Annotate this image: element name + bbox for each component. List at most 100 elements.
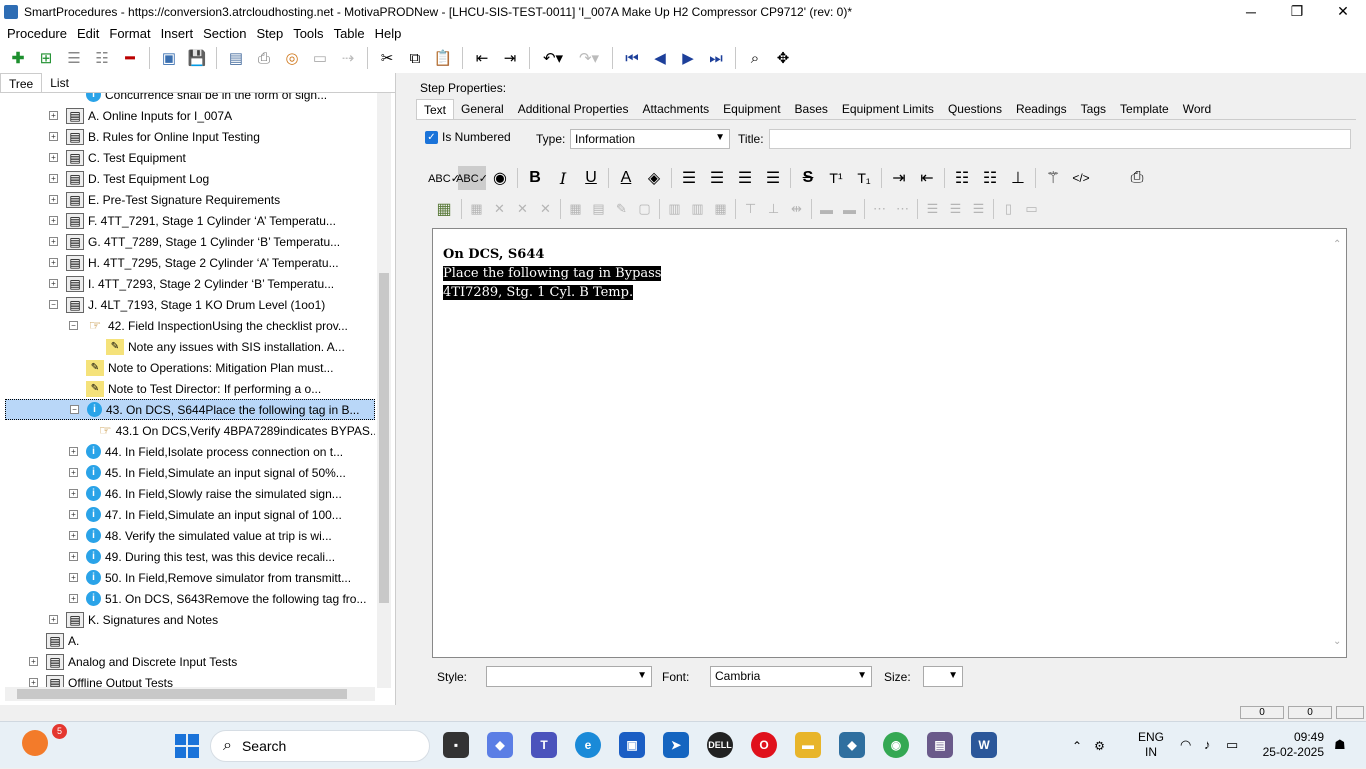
align-top-icon[interactable]: ☰ <box>921 197 944 221</box>
add-icon[interactable]: ✚ <box>7 47 29 69</box>
font-color-icon[interactable]: A <box>612 166 640 190</box>
notifications-icon[interactable]: ☗ <box>1334 737 1346 753</box>
tree-item[interactable]: + i 50. In Field,Remove simulator from tra… <box>5 567 375 588</box>
tab-bases[interactable]: Bases <box>788 99 835 120</box>
tab-general[interactable]: General <box>454 99 511 120</box>
delete-row-icon[interactable]: ✕ <box>511 197 534 221</box>
is-numbered-checkbox[interactable]: ✓ Is Numbered <box>425 130 511 144</box>
tab-equipment[interactable]: Equipment <box>716 99 787 120</box>
column-width-icon[interactable]: ▯ <box>997 197 1020 221</box>
undo-icon[interactable]: ↶▾ <box>538 47 568 69</box>
delete-column-alt-icon[interactable]: ▬ <box>838 197 861 221</box>
expand-icon[interactable]: + <box>29 657 38 666</box>
step-text-editor[interactable]: On DCS, S644 Place the following tag in … <box>432 228 1347 658</box>
decrease-indent-icon[interactable]: ⇤ <box>913 166 941 190</box>
title-input[interactable] <box>769 129 1351 149</box>
menu-format[interactable]: Format <box>104 26 155 41</box>
tree-item[interactable]: + ▤ Analog and Discrete Input Tests <box>5 651 375 672</box>
paste-icon[interactable]: 📋 <box>432 47 454 69</box>
subscript-icon[interactable]: T₁ <box>850 166 878 190</box>
tree-item[interactable]: + i 45. In Field,Simulate an input signal … <box>5 462 375 483</box>
chevron-up-icon[interactable]: ⌃ <box>1072 739 1082 753</box>
tree-item[interactable]: + ▤ F. 4TT_7291, Stage 1 Cylinder ‘A’ Temp… <box>5 210 375 231</box>
tree-item[interactable]: + ▤ C. Test Equipment <box>5 147 375 168</box>
expand-icon[interactable]: + <box>49 615 58 624</box>
row-properties-icon[interactable]: ▤ <box>587 197 610 221</box>
tree-item[interactable]: + i 51. On DCS, S643Remove the following t… <box>5 588 375 609</box>
move-icon[interactable]: ✥ <box>772 47 794 69</box>
redo-icon[interactable]: ↷▾ <box>574 47 604 69</box>
expand-icon[interactable]: + <box>49 195 58 204</box>
expand-icon[interactable]: + <box>69 552 78 561</box>
last-icon[interactable]: ⏭ <box>705 47 727 69</box>
menu-procedure[interactable]: Procedure <box>2 26 72 41</box>
delete-table-icon[interactable]: ✕ <box>488 197 511 221</box>
expand-icon[interactable]: + <box>69 531 78 540</box>
tree-item[interactable]: ✎ Note to Test Director: If performing a … <box>5 378 375 399</box>
delete-column-icon[interactable]: ✕ <box>534 197 557 221</box>
collapse-icon[interactable]: − <box>69 321 78 330</box>
maximize-button[interactable]: ❐ <box>1274 0 1320 23</box>
tab-attachments[interactable]: Attachments <box>635 99 716 120</box>
tree-item[interactable]: ▤ A. <box>5 630 375 651</box>
dell-icon[interactable]: DELL <box>707 732 733 758</box>
align-center-icon[interactable]: ☰ <box>703 166 731 190</box>
task-view-icon[interactable]: ▪ <box>443 732 469 758</box>
opera-icon[interactable]: O <box>751 732 777 758</box>
bullet-list-icon[interactable]: ☷ <box>948 166 976 190</box>
tree-item[interactable]: + ▤ A. Online Inputs for I_007A <box>5 105 375 126</box>
redo-disabled-icon[interactable]: ⇢ <box>337 47 359 69</box>
type-select[interactable]: Information ▼ <box>570 129 730 149</box>
strikethrough-icon[interactable]: S <box>794 166 822 190</box>
bold-icon[interactable]: B <box>521 166 549 190</box>
tree-item[interactable]: + ▤ H. 4TT_7295, Stage 2 Cylinder ‘A’ Temp… <box>5 252 375 273</box>
increase-indent-icon[interactable]: ⇥ <box>885 166 913 190</box>
highlight-color-icon[interactable]: ◈ <box>640 166 668 190</box>
expand-icon[interactable]: + <box>49 132 58 141</box>
store-icon[interactable]: ▣ <box>619 732 645 758</box>
copilot-icon[interactable]: ◆ <box>487 732 513 758</box>
collapse-icon[interactable]: − <box>49 300 58 309</box>
form-icon[interactable]: ▭ <box>309 47 331 69</box>
language-indicator[interactable]: ENG IN <box>1138 730 1164 760</box>
row-height-icon[interactable]: ▭ <box>1020 197 1043 221</box>
expand-icon[interactable]: + <box>49 258 58 267</box>
expand-icon[interactable]: + <box>49 216 58 225</box>
indent-icon[interactable]: ⇥ <box>499 47 521 69</box>
tree-vertical-scrollbar[interactable] <box>377 93 391 688</box>
powerautomate-icon[interactable]: ➤ <box>663 732 689 758</box>
split-cell-icon[interactable]: ⇹ <box>785 197 808 221</box>
chrome-icon[interactable]: ◉ <box>883 732 909 758</box>
tree-item[interactable]: ☞ 43.1 On DCS,Verify 4BPA7289indicates BY… <box>5 420 375 441</box>
panel-splitter[interactable] <box>395 73 407 705</box>
tree-item[interactable]: − ☞ 42. Field InspectionUsing the checklis… <box>5 315 375 336</box>
checkmark-icon[interactable]: ✓ <box>425 130 438 144</box>
start-button[interactable] <box>175 734 199 758</box>
tree-item[interactable]: ✎ Note any issues with SIS installation. … <box>5 336 375 357</box>
tree-item[interactable]: ✎ Note to Operations: Mitigation Plan mus… <box>5 357 375 378</box>
font-select[interactable]: Cambria ▼ <box>710 666 872 687</box>
tree-item[interactable]: + i 44. In Field,Isolate process connectio… <box>5 441 375 462</box>
cell-edit-icon[interactable]: ✎ <box>610 197 633 221</box>
expand-icon[interactable]: + <box>69 489 78 498</box>
menu-edit[interactable]: Edit <box>72 26 104 41</box>
align-right-icon[interactable]: ☰ <box>731 166 759 190</box>
edge-icon[interactable]: e <box>575 732 601 758</box>
merge-cells-icon[interactable]: ▦ <box>709 197 732 221</box>
tab-template[interactable]: Template <box>1113 99 1176 120</box>
tab-word[interactable]: Word <box>1176 99 1218 120</box>
expand-icon[interactable]: + <box>69 468 78 477</box>
spellcheck-icon[interactable]: ABC✓ <box>428 166 460 190</box>
word-icon[interactable]: W <box>971 732 997 758</box>
scroll-up-icon[interactable]: ⌃ <box>1333 239 1341 250</box>
tree-item[interactable]: − i 43. On DCS, S644Place the following ta… <box>5 399 375 420</box>
thesaurus-icon[interactable]: ◉ <box>486 166 514 190</box>
tab-questions[interactable]: Questions <box>941 99 1009 120</box>
tree-horizontal-scrollbar[interactable] <box>5 687 375 701</box>
menu-tools[interactable]: Tools <box>288 26 328 41</box>
expand-icon[interactable]: + <box>49 237 58 246</box>
align-middle-icon[interactable]: ☰ <box>944 197 967 221</box>
underline-icon[interactable]: U <box>577 166 605 190</box>
cell-properties-icon[interactable]: ▢ <box>633 197 656 221</box>
next-icon[interactable]: ▶ <box>677 47 699 69</box>
